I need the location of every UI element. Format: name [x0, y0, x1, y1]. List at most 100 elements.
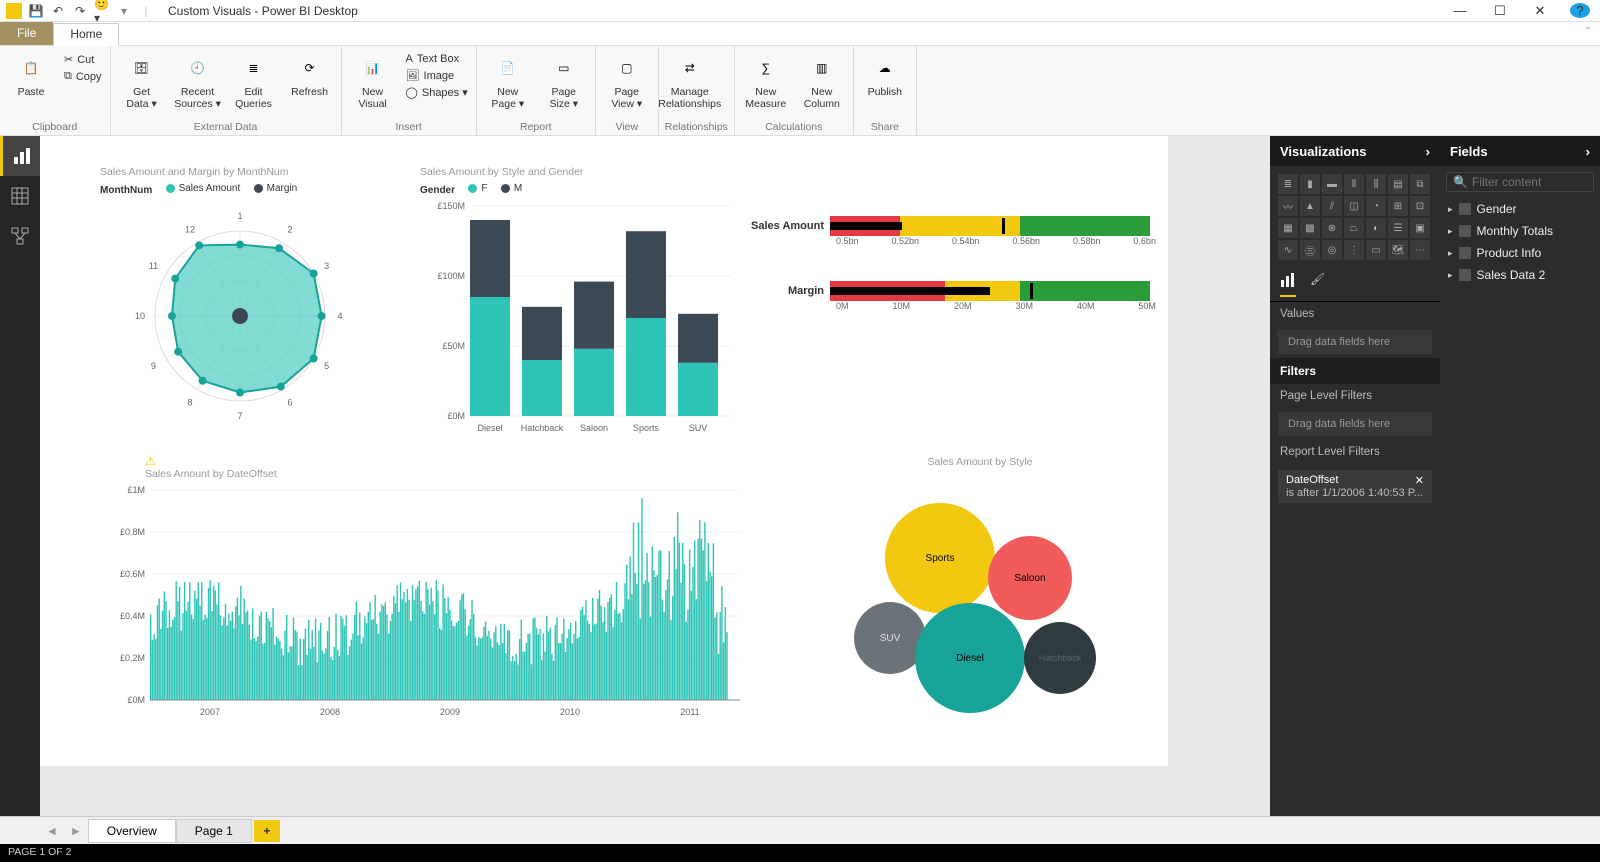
viz-type-icon[interactable]: 〰: [1278, 196, 1298, 216]
bullet-sales[interactable]: Sales Amount 0.5bn0.52bn0.54bn0.56bn0.58…: [740, 216, 1160, 246]
viz-type-icon[interactable]: ▬: [1322, 174, 1342, 194]
publish-button[interactable]: ☁Publish: [860, 50, 910, 98]
radar-chart[interactable]: Sales Amount and Margin by MonthNum Mont…: [100, 166, 400, 439]
side-panes: Visualizations› ≣▮▬⫴⫼▤⧉ 〰▲⫽◫◔⊞⊡ ▦▩⊗⏢◐☰▣ ∿㊂◎…: [1270, 136, 1600, 816]
edit-queries-button[interactable]: ≣Edit Queries: [229, 50, 279, 110]
viz-type-icon[interactable]: ◔: [1366, 196, 1386, 216]
viz-type-icon[interactable]: ◎: [1322, 240, 1342, 260]
visualizations-header[interactable]: Visualizations›: [1270, 136, 1440, 166]
tab-home[interactable]: Home: [53, 23, 119, 46]
group-relationships-label: Relationships: [665, 119, 728, 133]
image-icon: 🖼: [406, 69, 420, 82]
viz-type-icon[interactable]: ⫴: [1344, 174, 1364, 194]
fields-tab-icon[interactable]: [1280, 272, 1296, 297]
field-table[interactable]: Product Info: [1440, 242, 1600, 264]
image-button[interactable]: 🖼Image: [404, 68, 470, 83]
refresh-button[interactable]: ⟳Refresh: [285, 50, 335, 98]
page-tab-overview[interactable]: Overview: [88, 819, 176, 843]
recent-sources-button[interactable]: 🕘Recent Sources ▾: [173, 50, 223, 110]
status-bar: PAGE 1 OF 2: [0, 844, 1600, 862]
maximize-icon[interactable]: ☐: [1490, 3, 1510, 19]
fields-search[interactable]: 🔍: [1446, 172, 1594, 192]
values-drop[interactable]: Drag data fields here: [1278, 330, 1432, 354]
viz-type-icon[interactable]: ㊂: [1300, 240, 1320, 260]
new-page-button[interactable]: 📄New Page ▾: [483, 50, 533, 110]
chevron-right-icon[interactable]: ›: [1586, 144, 1590, 159]
viz-type-icon[interactable]: ⊡: [1410, 196, 1430, 216]
fields-header[interactable]: Fields›: [1440, 136, 1600, 166]
cut-button[interactable]: ✂Cut: [62, 52, 104, 67]
viz-type-icon[interactable]: ⋮: [1344, 240, 1364, 260]
viz-type-icon[interactable]: ▲: [1300, 196, 1320, 216]
smiley-icon[interactable]: 🙂▾: [94, 3, 110, 19]
filter-chip[interactable]: DateOffset✕ is after 1/1/2006 1:40:53 P.…: [1278, 470, 1432, 503]
qat-customize-icon[interactable]: ▾: [116, 3, 132, 19]
new-column-button[interactable]: ▥New Column: [797, 50, 847, 110]
viz-type-icon[interactable]: ▤: [1388, 174, 1408, 194]
bubble-chart[interactable]: Sales Amount by Style Sports Saloon SUV …: [810, 456, 1150, 741]
svg-text:£100M: £100M: [437, 271, 465, 281]
viz-type-icon[interactable]: ⊞: [1388, 196, 1408, 216]
page-filters-drop[interactable]: Drag data fields here: [1278, 412, 1432, 436]
viz-type-icon[interactable]: ⊗: [1322, 218, 1342, 238]
manage-relationships-button[interactable]: ⇄Manage Relationships: [665, 50, 715, 110]
chevron-right-icon[interactable]: ›: [1426, 144, 1430, 159]
data-view-icon[interactable]: [0, 176, 40, 216]
copy-button[interactable]: ⧉Copy: [62, 69, 104, 84]
viz-type-icon[interactable]: ▦: [1278, 218, 1298, 238]
viz-gallery: ≣▮▬⫴⫼▤⧉ 〰▲⫽◫◔⊞⊡ ▦▩⊗⏢◐☰▣ ∿㊂◎⋮▭🗺⋯: [1270, 166, 1440, 268]
ribbon-collapse-icon[interactable]: ˆ: [1576, 22, 1600, 45]
format-tab-icon[interactable]: 🖌: [1310, 272, 1325, 297]
save-icon[interactable]: 💾: [28, 3, 44, 19]
textbox-button[interactable]: AText Box: [404, 52, 470, 66]
field-table[interactable]: Monthly Totals: [1440, 220, 1600, 242]
page-next-icon[interactable]: ►: [64, 824, 88, 838]
viz-type-icon[interactable]: ◫: [1344, 196, 1364, 216]
stacked-bar-chart[interactable]: Sales Amount by Style and Gender Gender …: [420, 166, 740, 459]
bullet-margin[interactable]: Margin 0M10M20M30M40M50M: [740, 281, 1160, 311]
report-view-icon[interactable]: [0, 136, 40, 176]
bullet-margin-label: Margin: [740, 285, 830, 297]
svg-text:Hatchback: Hatchback: [521, 423, 564, 433]
shapes-button[interactable]: ◯Shapes ▾: [404, 85, 470, 100]
help-icon[interactable]: ?: [1570, 3, 1590, 18]
tab-file[interactable]: File: [0, 22, 53, 45]
minimize-icon[interactable]: —: [1450, 3, 1470, 19]
model-view-icon[interactable]: [0, 216, 40, 256]
redo-icon[interactable]: ↷: [72, 3, 88, 19]
bar-legend-f: F: [468, 183, 487, 194]
viz-type-icon[interactable]: ▮: [1300, 174, 1320, 194]
viz-type-icon[interactable]: ∿: [1278, 240, 1298, 260]
viz-type-icon[interactable]: ⫽: [1322, 196, 1342, 216]
viz-type-icon[interactable]: ⏢: [1344, 218, 1364, 238]
viz-type-icon[interactable]: ⫼: [1366, 174, 1386, 194]
new-visual-button[interactable]: 📊New Visual: [348, 50, 398, 110]
viz-type-icon[interactable]: ⧉: [1410, 174, 1430, 194]
line-chart[interactable]: ⚠ Sales Amount by DateOffset £0M£0.2M£0.…: [100, 454, 750, 743]
fields-search-input[interactable]: [1472, 175, 1587, 189]
page-size-button[interactable]: ▭Page Size ▾: [539, 50, 589, 110]
filter-remove-icon[interactable]: ✕: [1415, 474, 1424, 487]
field-table[interactable]: Gender: [1440, 198, 1600, 220]
column-icon: ▥: [806, 52, 838, 84]
viz-type-icon[interactable]: 🗺: [1388, 240, 1408, 260]
paste-button[interactable]: 📋 Paste: [6, 50, 56, 98]
page-size-icon: ▭: [548, 52, 580, 84]
viz-type-icon[interactable]: ▣: [1410, 218, 1430, 238]
page-tab-1[interactable]: Page 1: [176, 819, 252, 843]
add-page-button[interactable]: +: [254, 820, 280, 842]
report-canvas[interactable]: Sales Amount and Margin by MonthNum Mont…: [40, 136, 1168, 766]
close-icon[interactable]: ✕: [1530, 3, 1550, 19]
page-prev-icon[interactable]: ◄: [40, 824, 64, 838]
viz-type-icon[interactable]: ≣: [1278, 174, 1298, 194]
viz-type-icon[interactable]: ☰: [1388, 218, 1408, 238]
page-view-button[interactable]: ▢Page View ▾: [602, 50, 652, 110]
field-table[interactable]: Sales Data 2: [1440, 264, 1600, 286]
get-data-button[interactable]: 🗄Get Data ▾: [117, 50, 167, 110]
viz-type-icon[interactable]: ◐: [1366, 218, 1386, 238]
viz-type-icon[interactable]: ▩: [1300, 218, 1320, 238]
viz-type-icon[interactable]: ▭: [1366, 240, 1386, 260]
viz-type-icon[interactable]: ⋯: [1410, 240, 1430, 260]
undo-icon[interactable]: ↶: [50, 3, 66, 19]
new-measure-button[interactable]: ∑New Measure: [741, 50, 791, 110]
